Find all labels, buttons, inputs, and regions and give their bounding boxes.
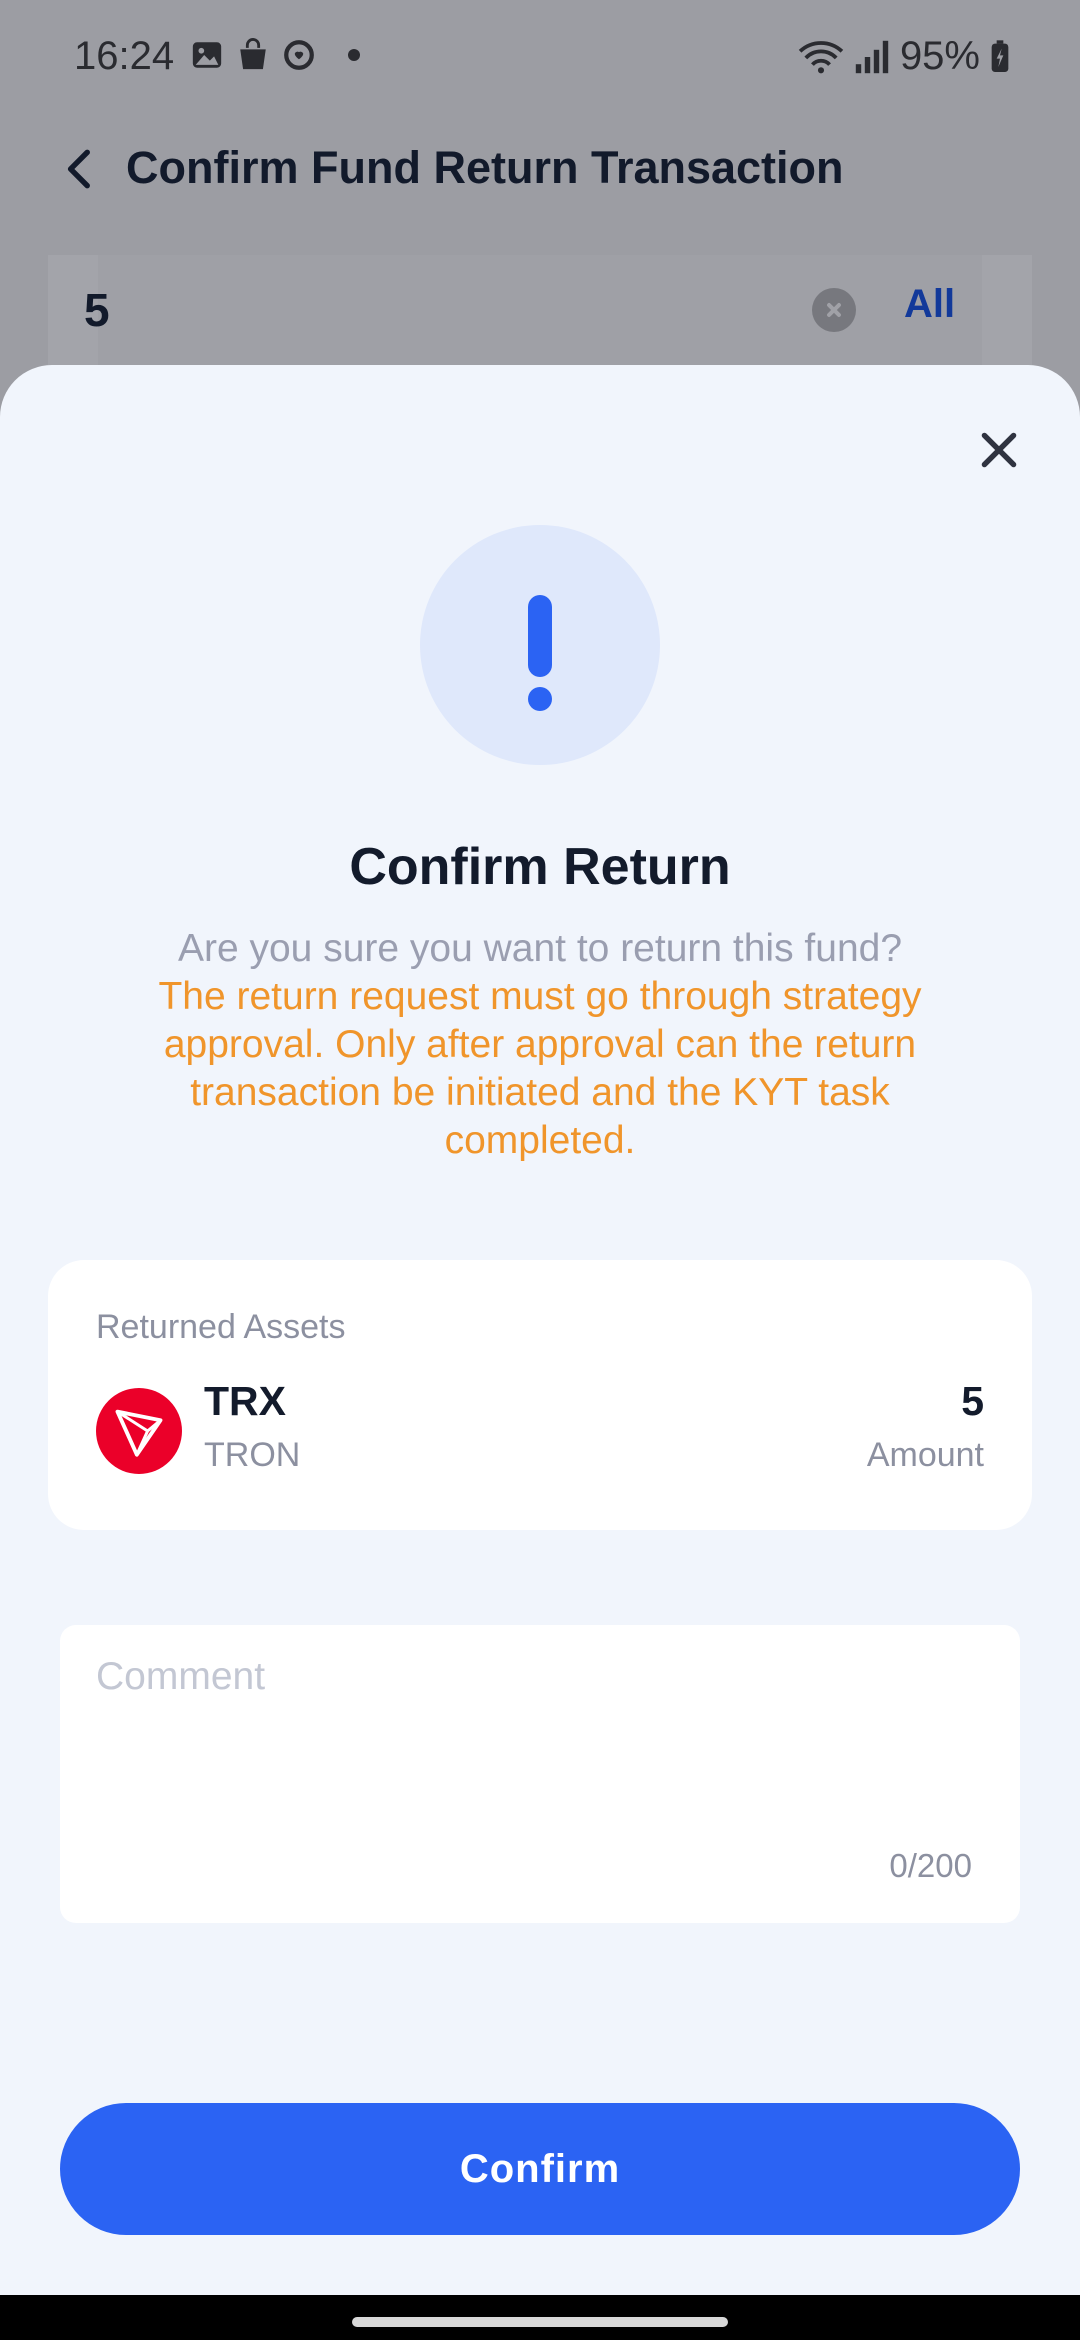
asset-network: TRON bbox=[204, 1436, 301, 1474]
amount-field-row bbox=[48, 255, 1032, 365]
asset-symbol: TRX bbox=[204, 1378, 286, 1424]
asset-amount-label: Amount bbox=[866, 1436, 984, 1474]
dialog-title: Confirm Return bbox=[349, 838, 731, 896]
status-notification-icons bbox=[190, 38, 360, 72]
exclamation-icon bbox=[420, 525, 660, 765]
battery-icon bbox=[991, 39, 1009, 72]
dialog-question: Are you sure you want to return this fun… bbox=[177, 927, 903, 970]
comment-input[interactable] bbox=[96, 1655, 976, 1855]
gallery-icon bbox=[192, 42, 222, 68]
notification-dot bbox=[348, 49, 360, 61]
system-nav-bar bbox=[0, 2295, 1080, 2340]
dialog-warning: The return request must go through strat… bbox=[158, 975, 922, 1162]
asset-amount: 5 bbox=[961, 1378, 984, 1424]
back-arrow-icon[interactable] bbox=[56, 144, 106, 194]
signal-icon bbox=[855, 40, 889, 73]
all-button[interactable]: All bbox=[904, 282, 955, 327]
returned-assets-label: Returned Assets bbox=[96, 1308, 346, 1346]
clear-icon[interactable] bbox=[812, 288, 856, 332]
returned-assets-card: Returned Assets TRX TRON 5 Amount bbox=[48, 1260, 1032, 1530]
amount-field-value[interactable]: 5 bbox=[84, 283, 110, 337]
status-system-icons: 95% bbox=[798, 34, 1010, 79]
tron-logo-icon bbox=[96, 1388, 182, 1474]
page-title: Confirm Fund Return Transaction bbox=[126, 142, 844, 193]
status-bar: 16:24 95% bbox=[0, 0, 1080, 115]
sync-icon bbox=[284, 40, 314, 70]
battery-percent: 95% bbox=[899, 34, 980, 78]
status-time: 16:24 bbox=[74, 34, 175, 78]
wifi-icon bbox=[798, 40, 844, 73]
comment-char-counter: 0/200 bbox=[889, 1847, 972, 1884]
bag-icon bbox=[240, 38, 266, 70]
confirm-button[interactable]: Confirm bbox=[60, 2103, 1020, 2235]
comment-box: 0/200 bbox=[60, 1625, 1020, 1923]
confirm-return-sheet: Confirm Return Are you sure you want to … bbox=[0, 365, 1080, 2295]
close-icon[interactable] bbox=[974, 425, 1024, 475]
page-header: Confirm Fund Return Transaction bbox=[0, 130, 1080, 210]
home-indicator[interactable] bbox=[352, 2317, 728, 2327]
